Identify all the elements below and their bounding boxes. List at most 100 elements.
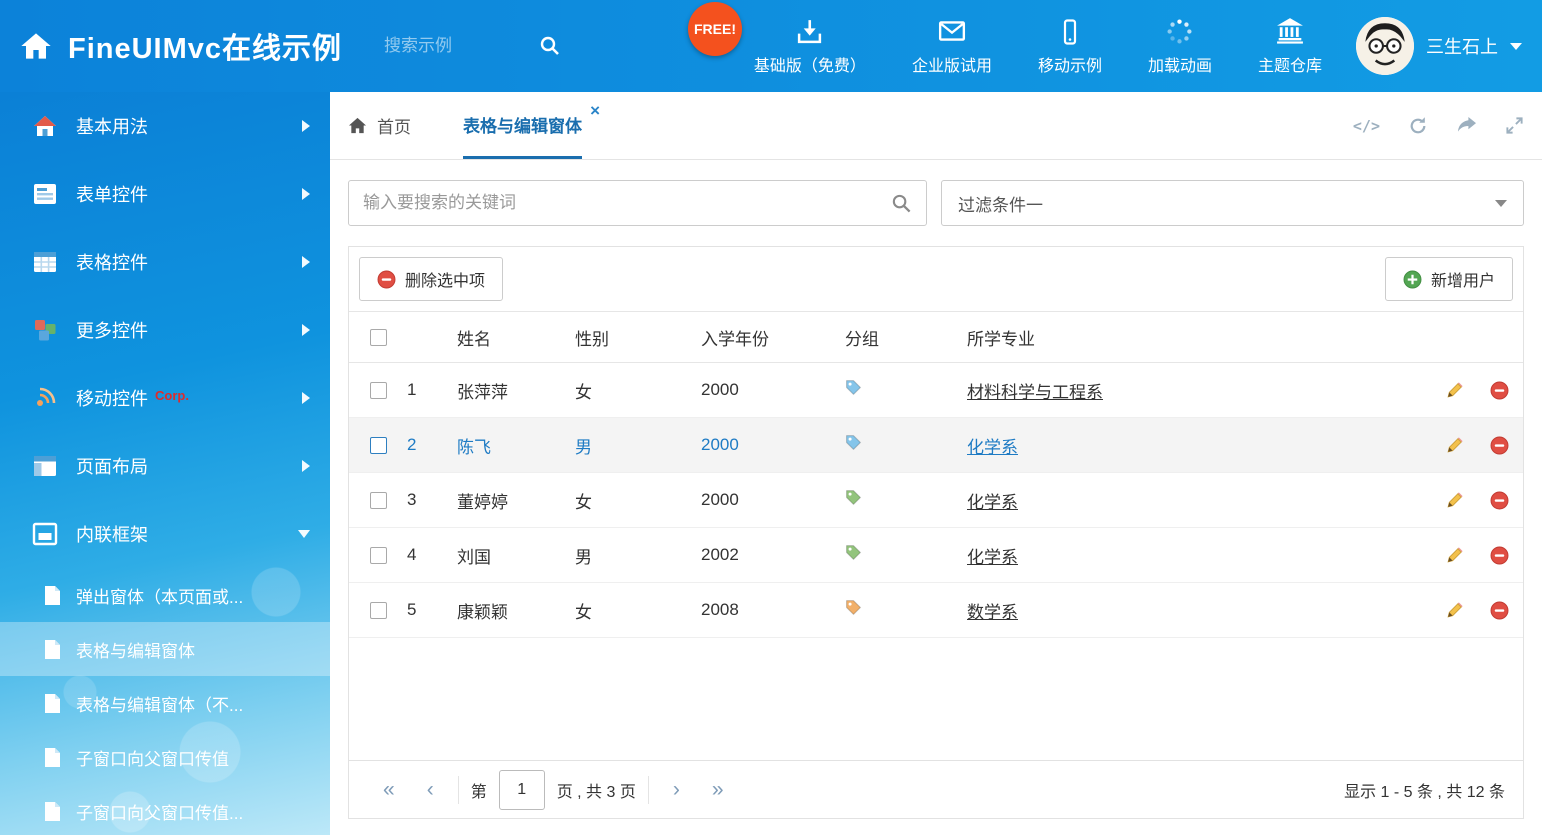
avatar bbox=[1356, 17, 1414, 75]
table-row[interactable]: 4 刘国 男 2002 化学系 bbox=[349, 528, 1523, 583]
row-checkbox[interactable] bbox=[370, 492, 387, 509]
sidebar-item-mobile-controls[interactable]: 移动控件 Corp. bbox=[0, 364, 330, 432]
nav-loading-animation[interactable]: 加载动画 bbox=[1148, 17, 1212, 76]
column-header-gender[interactable]: 性别 bbox=[575, 325, 701, 350]
sidebar-item-label: 更多控件 bbox=[76, 317, 148, 343]
next-page-icon[interactable]: › bbox=[657, 778, 696, 802]
chevron-right-icon bbox=[302, 324, 310, 336]
nav-mobile-demo[interactable]: 移动示例 bbox=[1038, 17, 1102, 76]
cell-name: 陈飞 bbox=[457, 433, 575, 458]
chevron-down-icon bbox=[1510, 43, 1522, 50]
keyword-search-input[interactable] bbox=[363, 193, 891, 213]
sidebar-item-grid-controls[interactable]: 表格控件 bbox=[0, 228, 330, 296]
column-header-major[interactable]: 所学专业 bbox=[967, 325, 1401, 350]
delete-icon[interactable] bbox=[1490, 381, 1509, 400]
column-header-group[interactable]: 分组 bbox=[845, 325, 967, 350]
last-page-icon[interactable]: » bbox=[696, 778, 740, 802]
row-checkbox[interactable] bbox=[370, 602, 387, 619]
home-icon[interactable] bbox=[20, 30, 52, 62]
search-icon[interactable] bbox=[891, 193, 912, 214]
column-header-name[interactable]: 姓名 bbox=[457, 325, 575, 350]
user-name: 三生石上 bbox=[1426, 33, 1498, 59]
sidebar-subitem-popup-window[interactable]: 弹出窗体（本页面或... bbox=[0, 568, 330, 622]
close-icon[interactable]: × bbox=[590, 102, 600, 119]
page-input[interactable] bbox=[499, 770, 545, 810]
delete-icon[interactable] bbox=[1490, 436, 1509, 455]
table-icon bbox=[32, 249, 58, 275]
prev-page-icon[interactable]: ‹ bbox=[411, 778, 450, 802]
filter-row: 过滤条件一 bbox=[330, 160, 1542, 246]
sidebar-item-basic-usage[interactable]: 基本用法 bbox=[0, 92, 330, 160]
major-link[interactable]: 化学系 bbox=[967, 438, 1018, 457]
major-link[interactable]: 化学系 bbox=[967, 548, 1018, 567]
delete-icon[interactable] bbox=[1490, 601, 1509, 620]
sidebar-subitem-child-to-parent[interactable]: 子窗口向父窗口传值 bbox=[0, 730, 330, 784]
expand-icon[interactable] bbox=[1505, 116, 1524, 135]
edit-icon[interactable] bbox=[1445, 546, 1464, 565]
sidebar-item-form-controls[interactable]: 表单控件 bbox=[0, 160, 330, 228]
major-link[interactable]: 化学系 bbox=[967, 493, 1018, 512]
delete-icon[interactable] bbox=[1490, 546, 1509, 565]
major-link[interactable]: 数学系 bbox=[967, 603, 1018, 622]
user-menu[interactable]: 三生石上 bbox=[1356, 17, 1522, 75]
column-header-year[interactable]: 入学年份 bbox=[701, 325, 845, 350]
table-row[interactable]: 1 张萍萍 女 2000 材料科学与工程系 bbox=[349, 363, 1523, 418]
search-icon[interactable] bbox=[539, 35, 561, 57]
corp-badge: Corp. bbox=[155, 388, 189, 403]
add-user-button[interactable]: 新增用户 bbox=[1385, 257, 1513, 301]
cell-name: 刘国 bbox=[457, 543, 575, 568]
delete-selected-button[interactable]: 删除选中项 bbox=[359, 257, 503, 301]
table-row[interactable]: 3 董婷婷 女 2000 化学系 bbox=[349, 473, 1523, 528]
row-checkbox[interactable] bbox=[370, 382, 387, 399]
house-icon bbox=[348, 116, 367, 135]
refresh-icon[interactable] bbox=[1408, 116, 1428, 136]
sidebar-item-more-controls[interactable]: 更多控件 bbox=[0, 296, 330, 364]
sidebar-item-iframe[interactable]: 内联框架 bbox=[0, 500, 330, 568]
first-page-icon[interactable]: « bbox=[367, 778, 411, 802]
sidebar-item-page-layout[interactable]: 页面布局 bbox=[0, 432, 330, 500]
header-nav: 基础版（免费） 企业版试用 移动示例 加载动画 bbox=[754, 17, 1322, 76]
filter-dropdown-value: 过滤条件一 bbox=[958, 191, 1043, 216]
header-search-input[interactable] bbox=[384, 36, 529, 56]
delete-icon[interactable] bbox=[1490, 491, 1509, 510]
app-header: FineUIMvc在线示例 FREE! 基础版（免费） 企业版试用 移动示例 bbox=[0, 0, 1542, 92]
edit-icon[interactable] bbox=[1445, 491, 1464, 510]
sidebar-subitem-label: 子窗口向父窗口传值 bbox=[76, 745, 229, 770]
chevron-down-icon bbox=[298, 530, 310, 538]
nav-basic-free[interactable]: 基础版（免费） bbox=[754, 17, 866, 76]
envelope-icon bbox=[938, 17, 966, 45]
plus-circle-icon bbox=[1403, 270, 1422, 289]
chevron-right-icon bbox=[302, 188, 310, 200]
row-checkbox[interactable] bbox=[370, 437, 387, 454]
chevron-right-icon bbox=[302, 460, 310, 472]
chevron-down-icon bbox=[1495, 200, 1507, 207]
table-row[interactable]: 5 康颖颖 女 2008 数学系 bbox=[349, 583, 1523, 638]
edit-icon[interactable] bbox=[1445, 381, 1464, 400]
filter-dropdown[interactable]: 过滤条件一 bbox=[941, 180, 1524, 226]
row-checkbox[interactable] bbox=[370, 547, 387, 564]
table-header: 姓名 性别 入学年份 分组 所学专业 bbox=[349, 311, 1523, 363]
edit-icon[interactable] bbox=[1445, 601, 1464, 620]
sidebar-subitem-grid-edit-window-2[interactable]: 表格与编辑窗体（不... bbox=[0, 676, 330, 730]
blocks-icon bbox=[32, 317, 58, 343]
sidebar-subitem-grid-edit-window[interactable]: 表格与编辑窗体 bbox=[0, 622, 330, 676]
table-row[interactable]: 2 陈飞 男 2000 化学系 bbox=[349, 418, 1523, 473]
sidebar-subitem-child-to-parent-2[interactable]: 子窗口向父窗口传值... bbox=[0, 784, 330, 835]
tab-home[interactable]: 首页 bbox=[348, 92, 411, 159]
forward-icon[interactable] bbox=[1456, 116, 1477, 135]
sidebar-item-label: 基本用法 bbox=[76, 113, 148, 139]
edit-icon[interactable] bbox=[1445, 436, 1464, 455]
divider bbox=[648, 776, 649, 804]
major-link[interactable]: 材料科学与工程系 bbox=[967, 383, 1103, 402]
button-label: 新增用户 bbox=[1431, 267, 1495, 291]
bank-icon bbox=[1276, 17, 1304, 45]
nav-theme-repo[interactable]: 主题仓库 bbox=[1258, 17, 1322, 76]
code-icon[interactable]: </> bbox=[1353, 117, 1380, 135]
nav-enterprise-trial[interactable]: 企业版试用 bbox=[912, 17, 992, 76]
tab-grid-edit-window[interactable]: 表格与编辑窗体 × bbox=[463, 92, 582, 159]
tab-label: 表格与编辑窗体 bbox=[463, 112, 582, 137]
download-icon bbox=[796, 17, 823, 45]
layout-icon bbox=[32, 453, 58, 479]
keyword-search bbox=[348, 180, 927, 226]
select-all-checkbox[interactable] bbox=[370, 329, 387, 346]
